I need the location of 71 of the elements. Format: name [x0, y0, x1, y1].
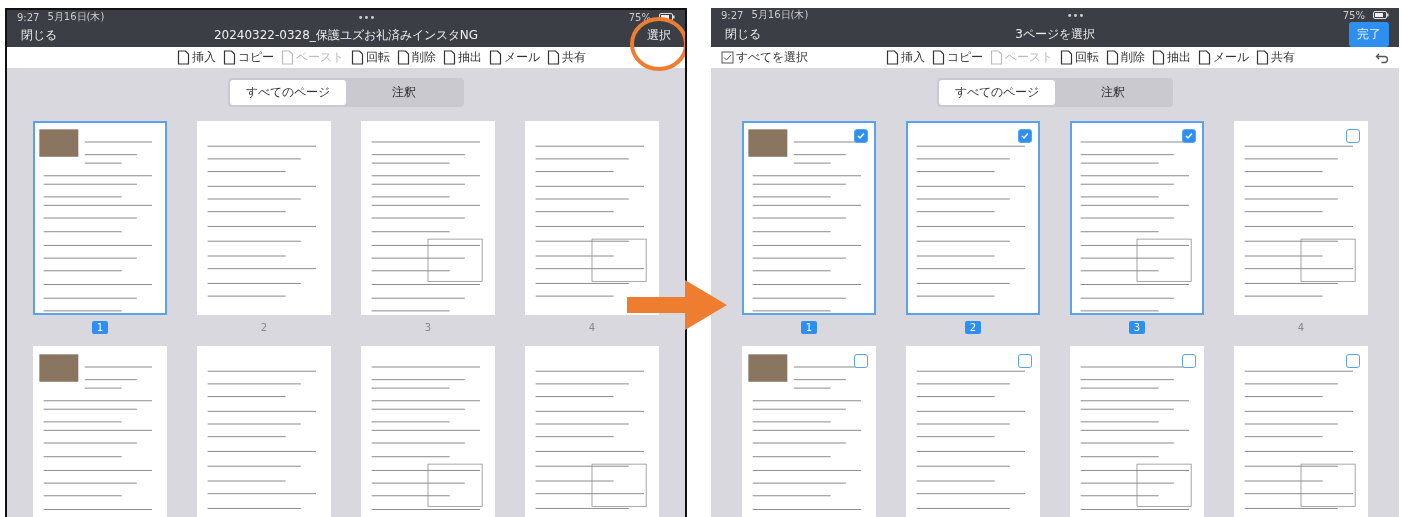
segment-tab[interactable]: すべてのページ: [230, 80, 346, 105]
page-checkbox[interactable]: [1018, 354, 1032, 368]
document-icon: [396, 50, 410, 65]
checkmark-icon: [1020, 131, 1030, 141]
checkmark-icon: [856, 131, 866, 141]
page-checkbox[interactable]: [1346, 354, 1360, 368]
battery-level: 75%: [628, 11, 651, 23]
status-time: 9:27: [721, 9, 744, 21]
status-time: 9:27: [17, 11, 40, 23]
segment-tab[interactable]: 注釈: [1055, 80, 1171, 105]
close-button[interactable]: 閉じる: [17, 24, 61, 47]
close-button[interactable]: 閉じる: [721, 23, 765, 46]
undo-icon[interactable]: [1375, 51, 1389, 64]
battery-level: 75%: [1342, 9, 1365, 21]
toolbar-button[interactable]: コピー: [929, 47, 985, 68]
toolbar-button[interactable]: 抽出: [1149, 47, 1193, 68]
document-icon: [280, 50, 294, 65]
page-number: 4: [1296, 321, 1306, 334]
document-icon: [176, 50, 190, 65]
page-checkbox[interactable]: [1018, 129, 1032, 143]
document-icon: [222, 50, 236, 65]
document-icon: [546, 50, 560, 65]
document-title: 20240322-0328_保護ユズお礼済みインスタNG: [213, 27, 479, 44]
page-checkbox[interactable]: [1346, 129, 1360, 143]
page-number: 1: [91, 321, 109, 334]
toolbar-button[interactable]: 回転: [1057, 47, 1101, 68]
document-icon: [350, 50, 364, 65]
page-number: 3: [1128, 321, 1146, 334]
document-icon: [1105, 50, 1119, 65]
toolbar-button[interactable]: 共有: [1253, 47, 1297, 68]
document-icon: [1255, 50, 1269, 65]
toolbar-button[interactable]: コピー: [220, 47, 276, 68]
toolbar-button[interactable]: 削除: [394, 47, 438, 68]
segment-tab[interactable]: すべてのページ: [939, 80, 1055, 105]
page-number: 1: [800, 321, 818, 334]
page-checkbox[interactable]: [854, 354, 868, 368]
page-number: 4: [587, 321, 597, 334]
page-number: 2: [964, 321, 982, 334]
toolbar-button[interactable]: 挿入: [174, 47, 218, 68]
document-icon: [931, 50, 945, 65]
toolbar-button[interactable]: メール: [1195, 47, 1251, 68]
document-icon: [488, 50, 502, 65]
page-checkbox[interactable]: [1182, 354, 1196, 368]
document-icon: [1197, 50, 1211, 65]
status-date: 5月16日(木): [751, 8, 809, 22]
document-title: 3ページを選択: [1015, 26, 1095, 43]
multitasking-handle[interactable]: •••: [357, 11, 376, 23]
toolbar-button[interactable]: 挿入: [883, 47, 927, 68]
toolbar-button[interactable]: メール: [486, 47, 542, 68]
battery-icon: [1373, 11, 1389, 19]
document-icon: [989, 50, 1003, 65]
document-icon: [442, 50, 456, 65]
document-icon: [1151, 50, 1165, 65]
toolbar-button[interactable]: 共有: [544, 47, 588, 68]
segment-tab[interactable]: 注釈: [346, 80, 462, 105]
multitasking-handle[interactable]: •••: [1066, 9, 1085, 21]
toolbar-button[interactable]: 抽出: [440, 47, 484, 68]
document-icon: [1059, 50, 1073, 65]
toolbar-button[interactable]: 回転: [348, 47, 392, 68]
battery-icon: [659, 13, 675, 21]
status-date: 5月16日(木): [47, 10, 105, 24]
page-checkbox[interactable]: [854, 129, 868, 143]
checkmark-icon: [1184, 131, 1194, 141]
page-number: 2: [259, 321, 269, 334]
document-icon: [885, 50, 899, 65]
arrow-icon: [627, 280, 727, 330]
page-number: 3: [423, 321, 433, 334]
toolbar-button[interactable]: 削除: [1103, 47, 1147, 68]
checkbox-icon: [721, 51, 734, 64]
select-all-button[interactable]: すべてを選択: [721, 49, 808, 66]
page-checkbox[interactable]: [1182, 129, 1196, 143]
